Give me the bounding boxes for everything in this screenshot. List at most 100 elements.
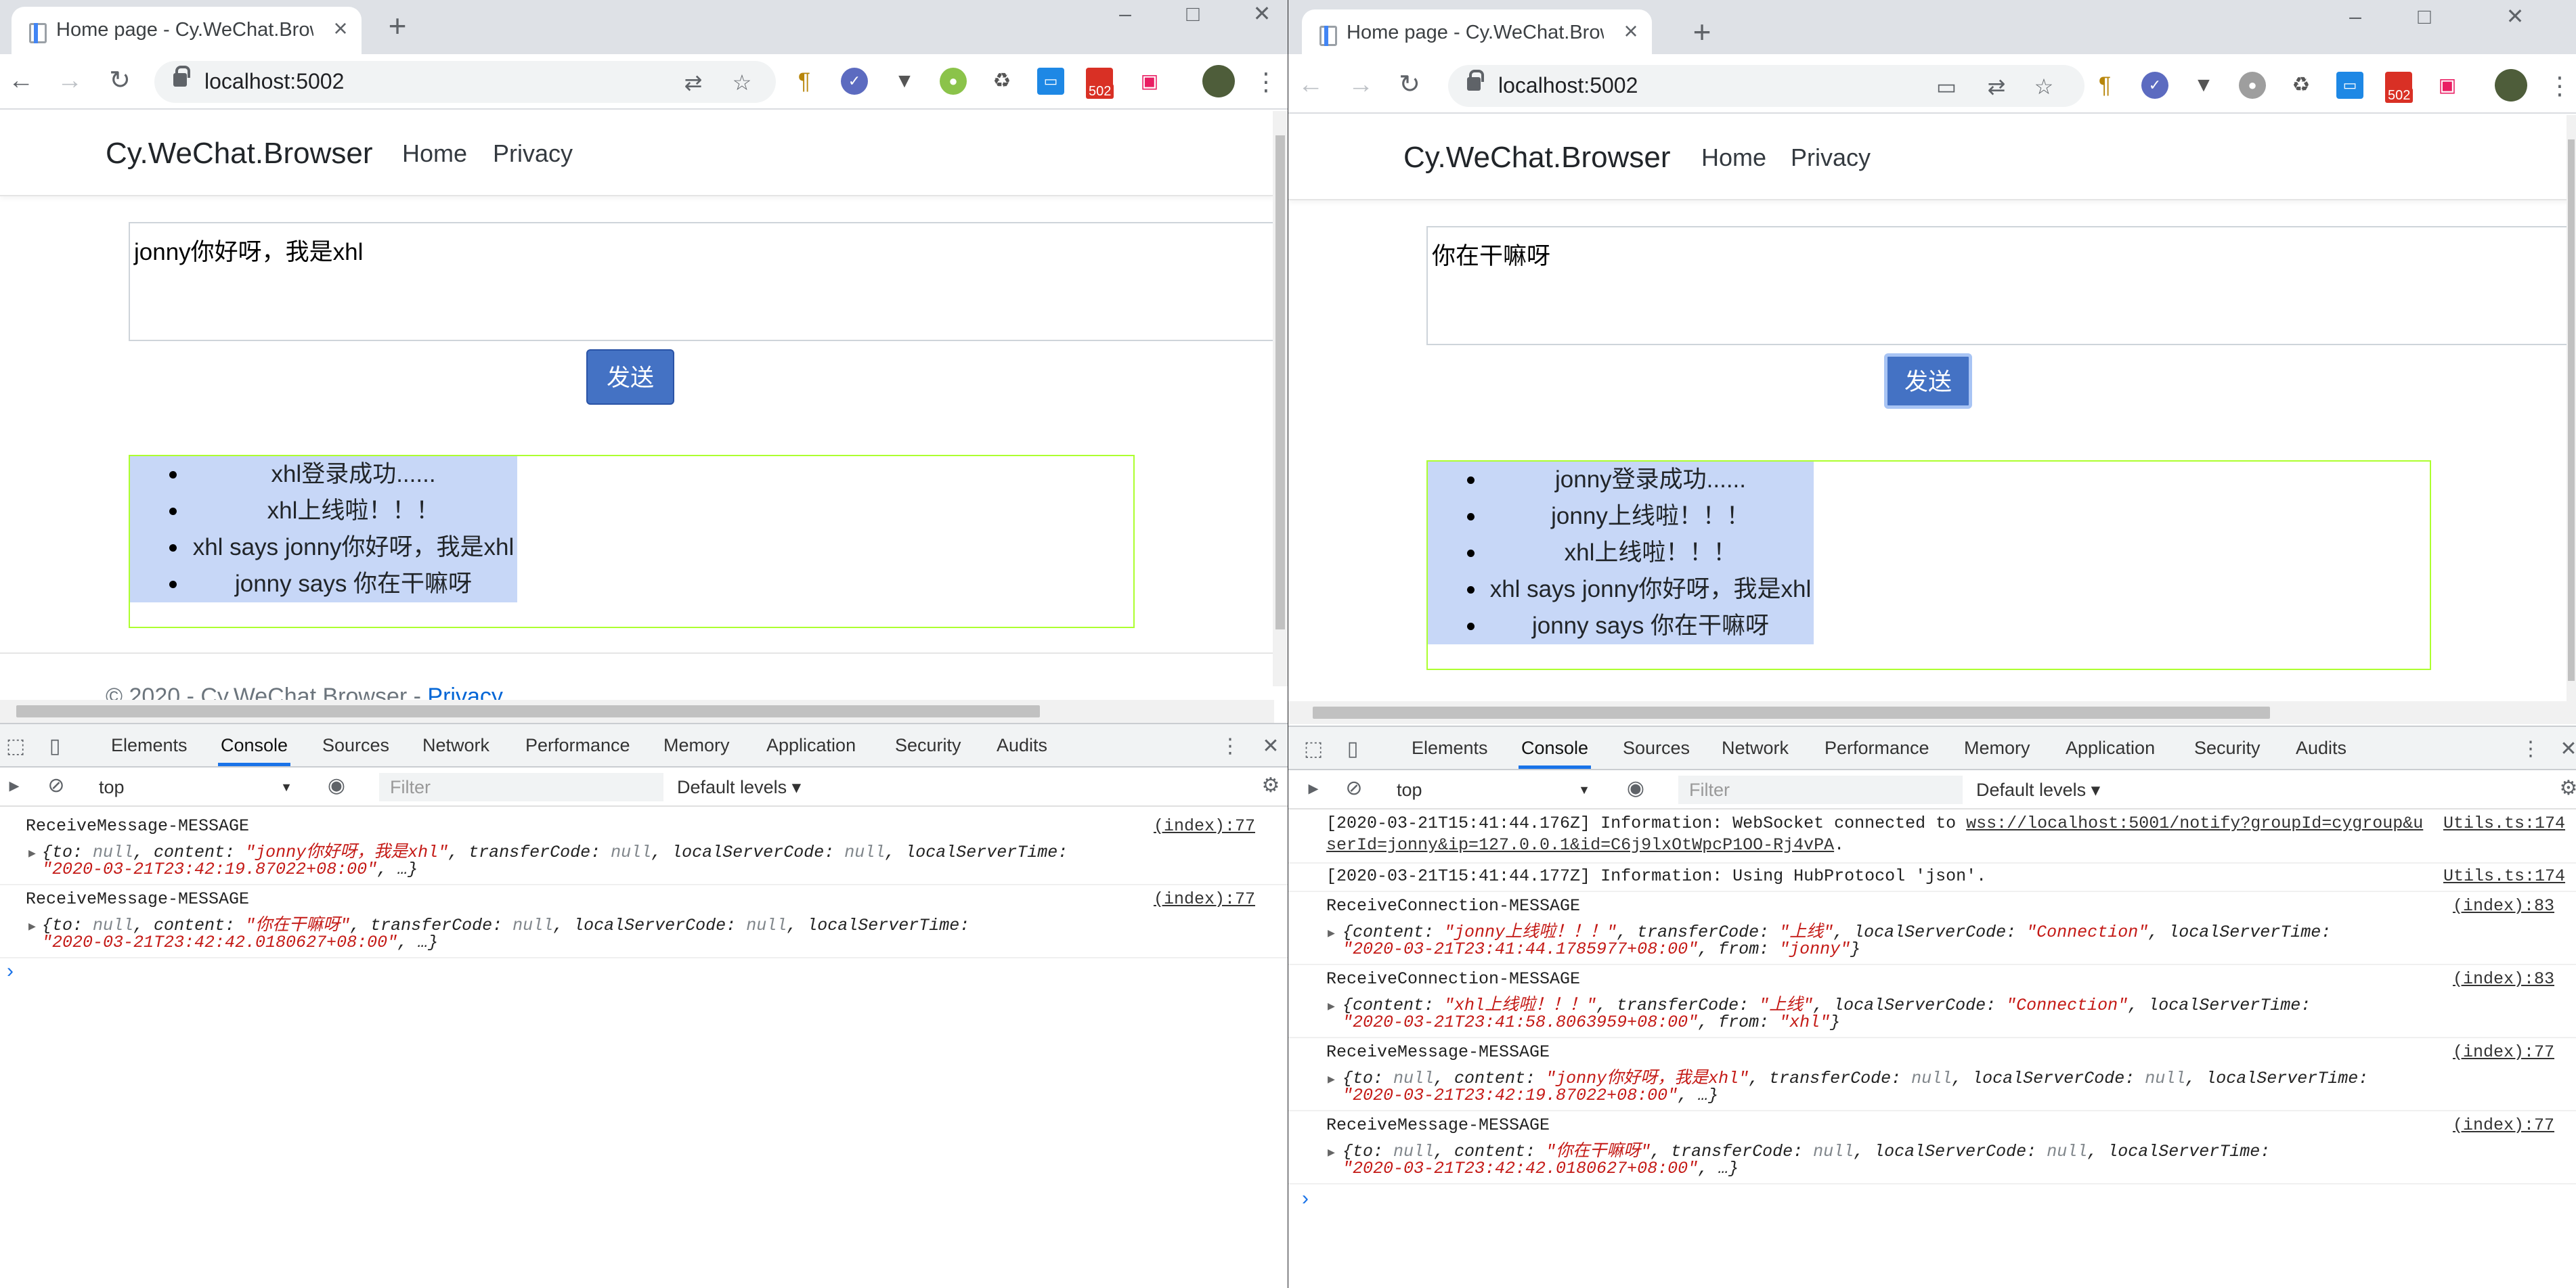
forward-icon[interactable]: → <box>54 65 85 96</box>
expand-icon[interactable]: ▶ <box>1328 1072 1335 1087</box>
scrollbar-thumb[interactable] <box>1275 135 1285 629</box>
horizontal-scrollbar[interactable] <box>0 700 1274 723</box>
close-window-icon[interactable]: ✕ <box>1232 0 1288 27</box>
star-icon[interactable]: ☆ <box>2032 74 2056 99</box>
nav-privacy[interactable]: Privacy <box>1791 143 1871 172</box>
close-tab-icon[interactable]: × <box>1619 19 1643 43</box>
scrollbar-thumb[interactable] <box>1313 707 2270 719</box>
check-extension-icon[interactable]: ✓ <box>841 68 868 95</box>
message-textarea[interactable]: jonny你好呀，我是xhl <box>129 222 1288 341</box>
devtools-menu-icon[interactable]: ⋮ <box>2519 738 2542 761</box>
star-icon[interactable]: ☆ <box>730 70 754 95</box>
tab-console[interactable]: Console <box>1519 727 1592 769</box>
translate-icon[interactable]: ⇄ <box>1984 74 2009 99</box>
site-brand[interactable]: Cy.WeChat.Browser <box>106 137 372 171</box>
minimize-icon[interactable]: – <box>1095 0 1155 27</box>
filter-input[interactable]: Filter <box>1678 776 1963 804</box>
new-tab-button[interactable]: + <box>1686 16 1718 47</box>
tab-elements[interactable]: Elements <box>1409 727 1491 769</box>
reload-icon[interactable]: ↻ <box>104 65 135 96</box>
log-source-link[interactable]: Utils.ts:174 <box>2443 814 2565 833</box>
console-message[interactable]: ReceiveConnection-MESSAGE (index):83 ▶ {… <box>1288 965 2576 1038</box>
bilibili-extension-icon[interactable]: ▣ <box>2434 72 2461 99</box>
vertical-scrollbar[interactable] <box>2567 115 2576 701</box>
log-source-link[interactable]: Utils.ts:174 <box>2443 866 2565 886</box>
device-icon[interactable]: ▯ <box>43 735 66 758</box>
context-select[interactable]: top <box>1397 777 1600 803</box>
tab-security[interactable]: Security <box>892 724 964 766</box>
tab-performance[interactable]: Performance <box>523 724 633 766</box>
log-source-link[interactable]: (index):77 <box>1154 816 1255 836</box>
bilibili-extension-icon[interactable]: ▣ <box>1136 68 1163 95</box>
tab-elements[interactable]: Elements <box>108 724 190 766</box>
mail-extension-icon[interactable]: 502 <box>1086 68 1114 99</box>
scrollbar-thumb[interactable] <box>16 705 1040 717</box>
sidebar-toggle-icon[interactable]: ▸ <box>1302 777 1325 800</box>
tab-audits[interactable]: Audits <box>2293 727 2349 769</box>
minimize-icon[interactable]: – <box>2326 3 2385 30</box>
close-devtools-icon[interactable]: ✕ <box>2557 738 2576 761</box>
avatar[interactable] <box>2495 69 2527 102</box>
levels-dropdown[interactable]: Default levels ▾ <box>677 774 801 800</box>
blue-extension-icon[interactable]: ▭ <box>2336 72 2363 99</box>
nav-home[interactable]: Home <box>402 139 467 168</box>
log-source-link[interactable]: (index):77 <box>2453 1115 2554 1135</box>
address-bar[interactable]: localhost:5002 ▭ ⇄ ☆ <box>1448 65 2084 107</box>
cast-icon[interactable]: ▭ <box>1934 74 1959 99</box>
site-brand[interactable]: Cy.WeChat.Browser <box>1403 141 1670 175</box>
browser-tab[interactable]: Home page - Cy.WeChat.Brow × <box>1302 9 1652 54</box>
tab-security[interactable]: Security <box>2191 727 2263 769</box>
devtools-menu-icon[interactable]: ⋮ <box>1219 735 1242 758</box>
clear-console-icon[interactable]: ⊘ <box>45 774 68 797</box>
tab-sources[interactable]: Sources <box>320 724 392 766</box>
address-bar[interactable]: localhost:5002 ⇄ ☆ <box>154 61 776 103</box>
circle-extension-icon[interactable]: ● <box>940 68 967 95</box>
back-icon[interactable]: ← <box>5 65 37 96</box>
chrome-menu-icon[interactable]: ⋮ <box>2548 70 2572 102</box>
tab-network[interactable]: Network <box>1719 727 1791 769</box>
tab-sources[interactable]: Sources <box>1620 727 1693 769</box>
lock-icon[interactable] <box>1467 70 1484 91</box>
settings-icon[interactable]: ⚙ <box>1259 774 1282 797</box>
console-message[interactable]: ReceiveMessage-MESSAGE (index):77 ▶ {to:… <box>0 812 1288 885</box>
send-button[interactable]: 发送 <box>1884 353 1972 409</box>
tab-audits[interactable]: Audits <box>994 724 1050 766</box>
expand-icon[interactable]: ▶ <box>1328 926 1335 941</box>
avatar[interactable] <box>1202 65 1235 97</box>
circle-extension-icon[interactable]: ● <box>2239 72 2266 99</box>
message-textarea[interactable]: 你在干嘛呀 <box>1426 226 2576 345</box>
expand-icon[interactable]: ▶ <box>1328 999 1335 1014</box>
recycle-extension-icon[interactable]: ♻ <box>2288 72 2315 99</box>
console-message[interactable]: [2020-03-21T15:41:44.177Z] Information: … <box>1288 864 2576 892</box>
log-source-link[interactable]: (index):77 <box>2453 1042 2554 1062</box>
log-source-link[interactable]: (index):83 <box>2453 896 2554 916</box>
close-tab-icon[interactable]: × <box>328 16 353 41</box>
forward-icon[interactable]: → <box>1345 69 1376 100</box>
log-source-link[interactable]: (index):77 <box>1154 889 1255 909</box>
console-prompt[interactable]: › <box>7 960 14 983</box>
tab-memory[interactable]: Memory <box>1961 727 2033 769</box>
expand-icon[interactable]: ▶ <box>1328 1145 1335 1160</box>
horizontal-scrollbar[interactable] <box>1288 701 2576 724</box>
tab-performance[interactable]: Performance <box>1822 727 1932 769</box>
send-button[interactable]: 发送 <box>586 349 674 405</box>
blue-extension-icon[interactable]: ▭ <box>1037 68 1064 95</box>
sidebar-toggle-icon[interactable]: ▸ <box>3 774 26 797</box>
expand-icon[interactable]: ▶ <box>28 919 36 934</box>
tab-application[interactable]: Application <box>2063 727 2158 769</box>
context-select[interactable]: top <box>99 774 302 800</box>
inspect-icon[interactable]: ⬚ <box>1302 738 1325 761</box>
maximize-icon[interactable]: □ <box>2395 3 2454 30</box>
maximize-icon[interactable]: □ <box>1163 0 1223 27</box>
translate-icon[interactable]: ⇄ <box>681 70 705 95</box>
close-window-icon[interactable]: ✕ <box>2485 3 2545 30</box>
clear-console-icon[interactable]: ⊘ <box>1342 777 1366 800</box>
console-message[interactable]: ReceiveMessage-MESSAGE (index):77 ▶ {to:… <box>1288 1038 2576 1111</box>
recycle-extension-icon[interactable]: ♻ <box>988 68 1016 95</box>
browser-tab[interactable]: Home page - Cy.WeChat.Brow × <box>12 7 362 54</box>
pilcrow-extension-icon[interactable]: ¶ <box>791 68 818 95</box>
device-icon[interactable]: ▯ <box>1341 738 1364 761</box>
nav-privacy[interactable]: Privacy <box>493 139 573 168</box>
inspect-icon[interactable]: ⬚ <box>4 735 27 758</box>
settings-icon[interactable]: ⚙ <box>2557 777 2576 800</box>
